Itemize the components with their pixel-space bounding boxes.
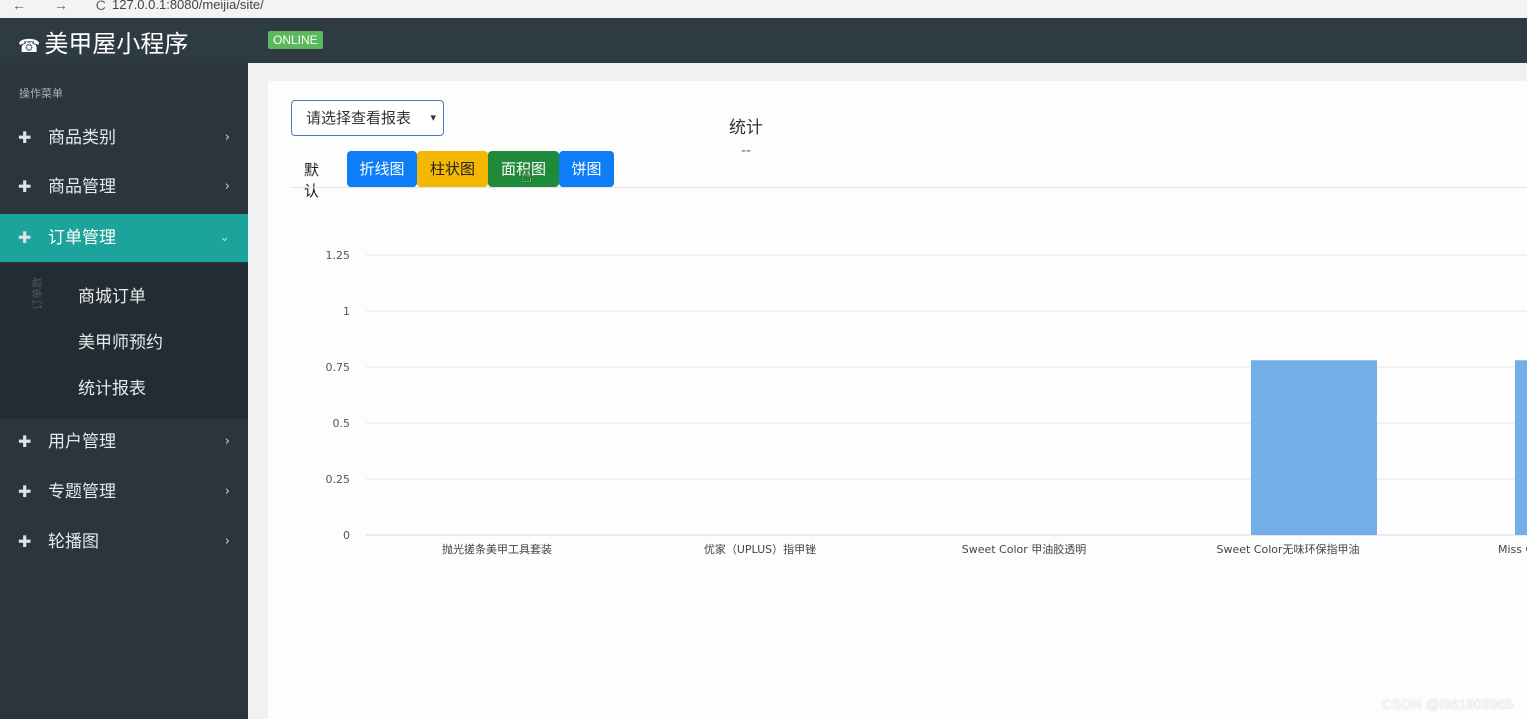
chart-bar[interactable] [1515,360,1527,535]
y-tick-label: 0 [343,529,350,542]
y-tick-label: 1 [343,305,350,318]
y-tick-label: 1.25 [326,249,351,262]
x-tick-label: Sweet Color 甲油胶透明 [962,542,1087,556]
y-tick-label: 0.25 [326,473,351,486]
x-tick-label: Miss C [1498,543,1527,556]
x-tick-label: 抛光搓条美甲工具套装 [442,542,552,556]
hand-cursor-icon: ☝ [521,166,532,187]
bar-chart: 1.25 1 0.75 0.5 0.25 0 抛光搓条美甲工具套装 优家（UPLUS）指甲锉 S… [326,249,1527,556]
x-tick-label: 优家（UPLUS）指甲锉 [704,542,816,556]
y-tick-label: 0.5 [333,417,351,430]
chart-bar[interactable] [1251,360,1377,535]
watermark: CSDN @l961903965 [1382,696,1513,712]
y-tick-label: 0.75 [326,361,351,374]
x-tick-label: Sweet Color无味环保指甲油 [1216,542,1359,556]
